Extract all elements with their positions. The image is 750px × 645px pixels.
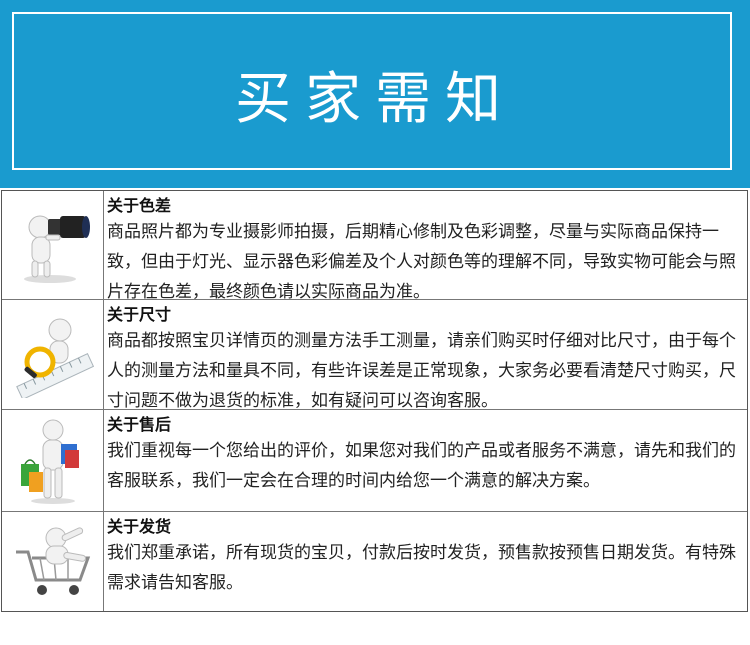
notice-row-color: 关于色差 商品照片都为专业摄影师拍摄，后期精心修制及色彩调整，尽量与实际商品保持…: [2, 191, 747, 302]
notice-text-color: 关于色差 商品照片都为专业摄影师拍摄，后期精心修制及色彩调整，尽量与实际商品保持…: [104, 191, 747, 302]
section-title: 关于尺寸: [107, 305, 172, 324]
section-body: 我们重视每一个您给出的评价，如果您对我们的产品或者服务不满意，请先和我们的客服联…: [107, 441, 736, 491]
notice-text-aftersale: 关于售后 我们重视每一个您给出的评价，如果您对我们的产品或者服务不满意，请先和我…: [104, 410, 747, 511]
notice-row-aftersale: 关于售后 我们重视每一个您给出的评价，如果您对我们的产品或者服务不满意，请先和我…: [2, 409, 747, 511]
notice-text-size: 关于尺寸 商品都按照宝贝详情页的测量方法手工测量，请亲们购买时仔细对比尺寸，由于…: [104, 300, 747, 411]
banner-title: 买家需知: [235, 66, 515, 132]
header-banner: 买家需知: [0, 0, 750, 188]
magnifier-ruler-figure-icon: [2, 300, 104, 409]
notice-table: 关于色差 商品照片都为专业摄影师拍摄，后期精心修制及色彩调整，尽量与实际商品保持…: [1, 190, 748, 612]
section-body: 商品都按照宝贝详情页的测量方法手工测量，请亲们购买时仔细对比尺寸，由于每个人的测…: [107, 331, 736, 411]
section-title: 关于发货: [107, 517, 172, 536]
section-body: 我们郑重承诺，所有现货的宝贝，付款后按时发货，预售款按预售日期发货。有特殊需求请…: [107, 543, 736, 593]
photographer-figure-icon: [2, 191, 104, 299]
shopping-bags-figure-icon: [2, 410, 104, 511]
notice-row-size: 关于尺寸 商品都按照宝贝详情页的测量方法手工测量，请亲们购买时仔细对比尺寸，由于…: [2, 299, 747, 411]
shopping-cart-figure-icon: [2, 512, 104, 611]
section-title: 关于售后: [107, 415, 172, 434]
notice-row-shipping: 关于发货 我们郑重承诺，所有现货的宝贝，付款后按时发货，预售款按预售日期发货。有…: [2, 511, 747, 611]
section-body: 商品照片都为专业摄影师拍摄，后期精心修制及色彩调整，尽量与实际商品保持一致，但由…: [107, 222, 736, 302]
notice-text-shipping: 关于发货 我们郑重承诺，所有现货的宝贝，付款后按时发货，预售款按预售日期发货。有…: [104, 512, 747, 611]
section-title: 关于色差: [107, 196, 172, 215]
